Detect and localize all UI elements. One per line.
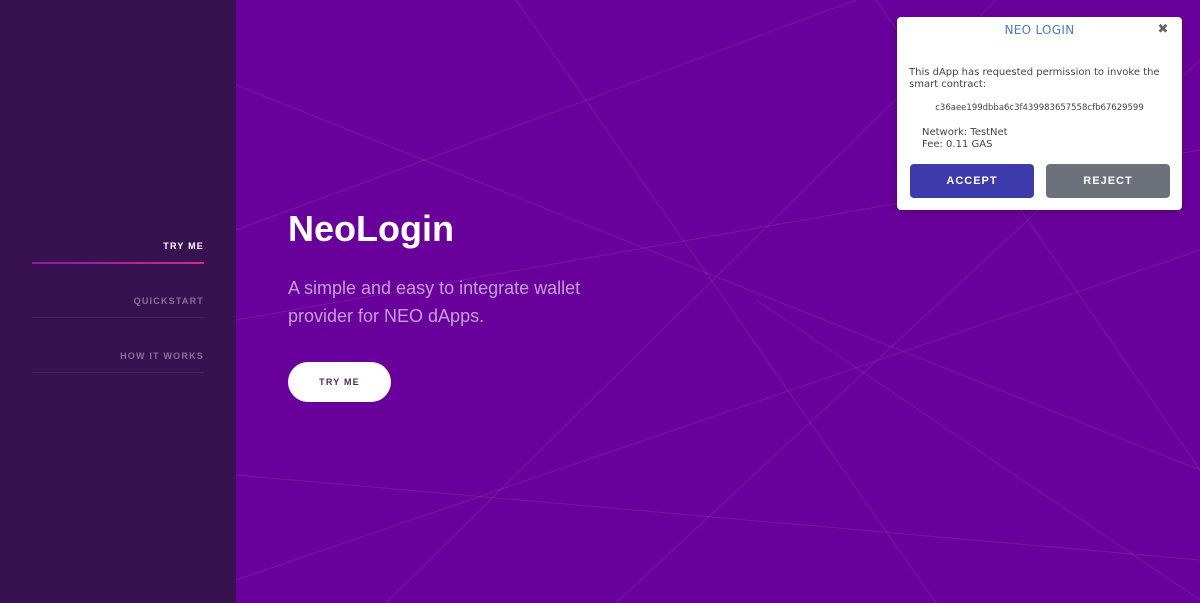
- page-title: NeoLogin: [288, 208, 454, 249]
- sidebar-item-label: TRY ME: [163, 241, 204, 251]
- accept-button[interactable]: ACCEPT: [910, 164, 1034, 198]
- close-icon[interactable]: ✖: [1155, 22, 1171, 38]
- fee-info: Fee: 0.11 GAS: [922, 139, 993, 150]
- sidebar-item-quickstart[interactable]: QUICKSTART: [32, 296, 204, 318]
- try-me-button[interactable]: TRY ME: [288, 362, 391, 402]
- permission-message: This dApp has requested permission to in…: [909, 67, 1160, 90]
- sidebar-item-underline: [32, 262, 204, 264]
- sidebar-item-label: HOW IT WORKS: [120, 351, 204, 361]
- sidebar-item-how-it-works[interactable]: HOW IT WORKS: [32, 351, 204, 373]
- sidebar-item-label: QUICKSTART: [133, 296, 204, 306]
- sidebar-item-try-me[interactable]: TRY ME: [32, 241, 204, 264]
- background-line: [755, 299, 1200, 601]
- network-info: Network: TestNet: [922, 127, 1008, 138]
- background-line: [236, 0, 857, 231]
- hero-subtitle: A simple and easy to integrate wallet pr…: [288, 278, 581, 326]
- sidebar-item-underline: [32, 317, 204, 318]
- page: TRY ME QUICKSTART HOW IT WORKS NeoLogin …: [0, 0, 1200, 603]
- reject-button[interactable]: REJECT: [1046, 164, 1170, 198]
- contract-hash: c36aee199dbba6c3f439983657558cfb67629599: [935, 103, 1144, 113]
- background-line: [236, 474, 1200, 561]
- dialog-title: NEO LOGIN: [1004, 23, 1075, 37]
- neo-login-dialog: NEO LOGIN ✖ This dApp has requested perm…: [897, 17, 1182, 210]
- sidebar: TRY ME QUICKSTART HOW IT WORKS: [0, 0, 236, 603]
- sidebar-item-underline: [32, 372, 204, 373]
